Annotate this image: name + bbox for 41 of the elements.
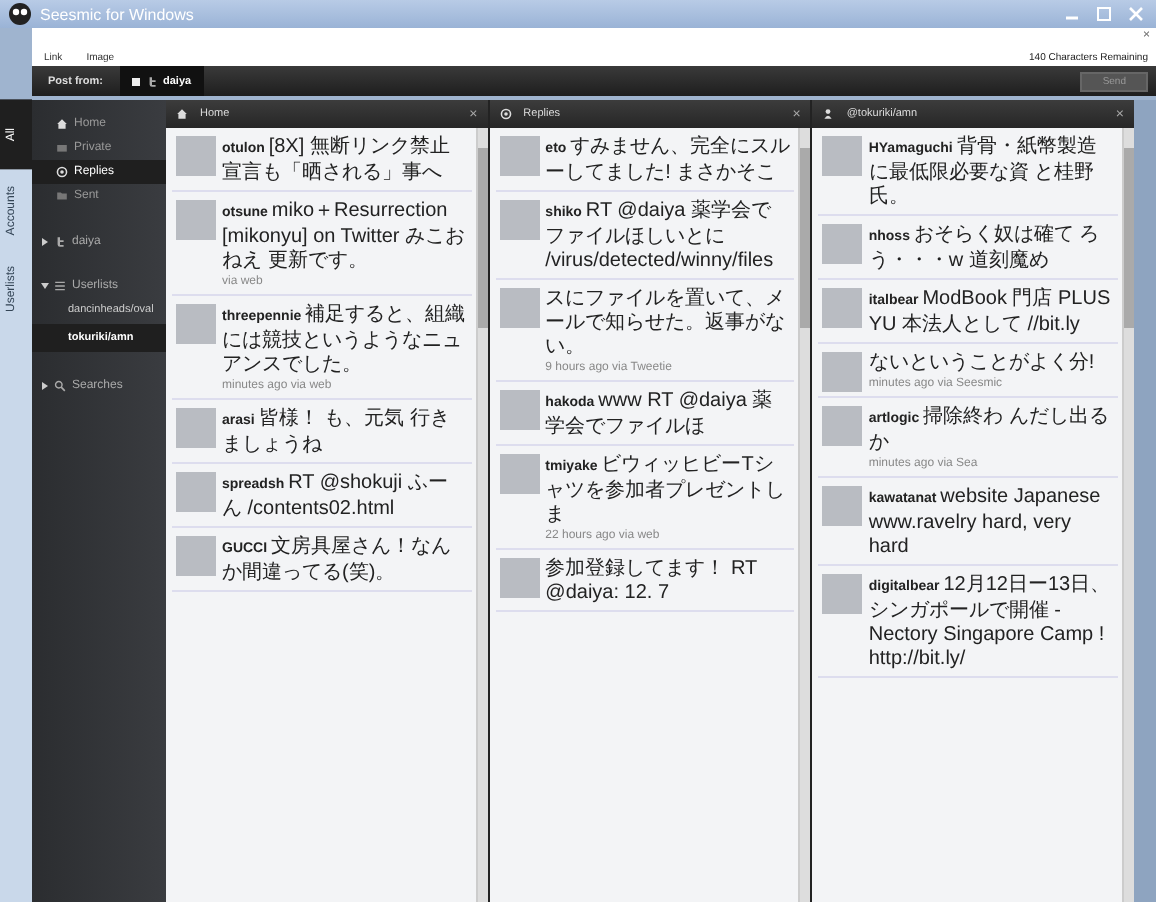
avatar-placeholder (822, 288, 863, 328)
avatar-placeholder (822, 224, 863, 264)
at-sign-icon (499, 108, 512, 120)
folder-icon (56, 190, 68, 202)
avatar-placeholder (499, 200, 540, 240)
avatar-placeholder (176, 536, 216, 576)
envelope-icon (56, 142, 68, 154)
avatar-placeholder (822, 136, 863, 176)
avatar-placeholder (822, 406, 863, 446)
avatar-placeholder (822, 574, 863, 614)
avatar-placeholder (176, 472, 216, 512)
search-icon (54, 380, 66, 392)
avatar-placeholder (499, 288, 540, 328)
avatar-placeholder (822, 352, 863, 392)
avatar-placeholder (499, 454, 540, 494)
app-logo-icon (8, 2, 32, 26)
maximize-icon[interactable] (1092, 4, 1116, 24)
scrollbar[interactable] (1122, 128, 1135, 902)
close-icon[interactable] (1124, 4, 1148, 24)
avatar-placeholder (499, 558, 540, 598)
twitter-t-icon (145, 75, 157, 87)
twitter-t-icon (54, 236, 66, 248)
window-title: Seesmic for Windows (40, 5, 196, 23)
home-icon (56, 118, 68, 130)
avatar-placeholder (499, 136, 540, 176)
at-sign-icon (56, 166, 68, 178)
tweet-text: ないということがよく分! (868, 352, 1095, 376)
scrollbar[interactable] (475, 128, 488, 902)
tweet-text: 参加登録してます！ RT @daiya: 12. 7 (545, 558, 759, 606)
avatar-placeholder (176, 136, 216, 176)
scrollbar[interactable] (798, 128, 811, 902)
avatar-placeholder (176, 408, 216, 448)
tweet-text: スにファイルを置いて、メールで知らせた。返事がない。 (545, 288, 788, 360)
avatar-placeholder (499, 390, 540, 430)
avatar-placeholder (176, 304, 216, 344)
home-icon (176, 108, 188, 120)
avatar-placeholder (176, 200, 216, 240)
account-checkbox[interactable] (131, 77, 139, 85)
person-icon (822, 108, 835, 120)
list-icon (54, 280, 66, 292)
avatar-placeholder (822, 486, 863, 526)
